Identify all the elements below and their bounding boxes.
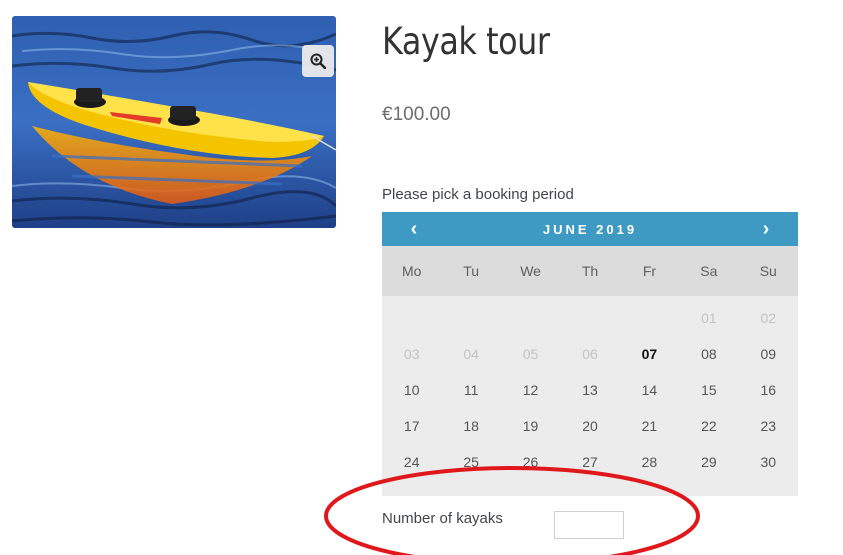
weekday-label: Sa (700, 263, 718, 279)
calendar-day[interactable]: 17 (382, 408, 441, 444)
calendar-day[interactable]: 12 (501, 372, 560, 408)
calendar-day: 01 (701, 310, 717, 326)
next-month-button[interactable]: › (758, 218, 774, 241)
calendar-weekdays: Mo Tu We Th Fr Sa Su (382, 246, 798, 296)
calendar-day[interactable]: 30 (739, 444, 798, 480)
product-image-kayak[interactable] (12, 16, 336, 228)
calendar-day[interactable]: 20 (560, 408, 619, 444)
calendar-empty-cell (441, 300, 500, 336)
calendar-empty-cell (620, 300, 679, 336)
calendar-day[interactable]: 08 (679, 336, 738, 372)
zoom-button[interactable] (302, 45, 334, 77)
kayak-photo (12, 16, 336, 228)
calendar-day[interactable]: 07 (620, 336, 679, 372)
magnifier-plus-icon (310, 53, 326, 69)
calendar-day[interactable]: 22 (679, 408, 738, 444)
calendar-empty-cell (382, 300, 441, 336)
calendar-day: 05 (522, 346, 539, 362)
calendar-day[interactable]: 28 (620, 444, 679, 480)
calendar-day[interactable]: 15 (679, 372, 738, 408)
weekday-label: Mo (401, 263, 422, 279)
weekday-label: Tu (463, 263, 480, 279)
weekday-label: We (520, 263, 541, 279)
product-title: Kayak tour (382, 20, 550, 63)
calendar-day[interactable]: 19 (501, 408, 560, 444)
booking-period-label: Please pick a booking period (382, 186, 574, 203)
weekday-label: Fr (642, 263, 657, 279)
calendar-day[interactable]: 18 (441, 408, 500, 444)
calendar-day: 06 (582, 346, 598, 362)
calendar-day[interactable]: 23 (739, 408, 798, 444)
number-of-kayaks-label: Number of kayaks (382, 510, 503, 527)
calendar-empty-cell (501, 300, 560, 336)
calendar-day[interactable]: 25 (441, 444, 500, 480)
calendar-day[interactable]: 10 (382, 372, 441, 408)
calendar-day[interactable]: 09 (739, 336, 798, 372)
calendar-day[interactable]: 29 (679, 444, 738, 480)
weekday-label: Th (581, 263, 599, 279)
number-of-kayaks-input[interactable] (554, 511, 624, 539)
product-price: €100.00 (382, 104, 451, 125)
calendar-day: 03 (403, 346, 420, 362)
booking-calendar: ‹ JUNE 2019 › Mo Tu We Th Fr Sa Su 01 02 0… (382, 212, 798, 496)
calendar-day[interactable]: 26 (501, 444, 560, 480)
calendar-month-title: JUNE 2019 (542, 221, 638, 237)
calendar-day: 04 (463, 346, 479, 362)
calendar-days-grid: 01 02 03 04 05 06 07 08 09 10 11 12 13 14 15 16 17 18 19 20… (382, 296, 798, 480)
calendar-day[interactable]: 16 (739, 372, 798, 408)
calendar-day[interactable]: 11 (441, 372, 500, 408)
calendar-empty-cell (560, 300, 619, 336)
weekday-label: Su (759, 263, 777, 279)
calendar-day[interactable]: 13 (560, 372, 619, 408)
calendar-day[interactable]: 27 (560, 444, 619, 480)
calendar-day[interactable]: 14 (620, 372, 679, 408)
calendar-day[interactable]: 21 (620, 408, 679, 444)
prev-month-button[interactable]: ‹ (406, 218, 422, 241)
calendar-day[interactable]: 24 (382, 444, 441, 480)
calendar-day: 02 (760, 310, 777, 326)
product-page: Kayak tour €100.00 Please pick a booking… (0, 0, 843, 555)
calendar-header: ‹ JUNE 2019 › (382, 212, 798, 246)
